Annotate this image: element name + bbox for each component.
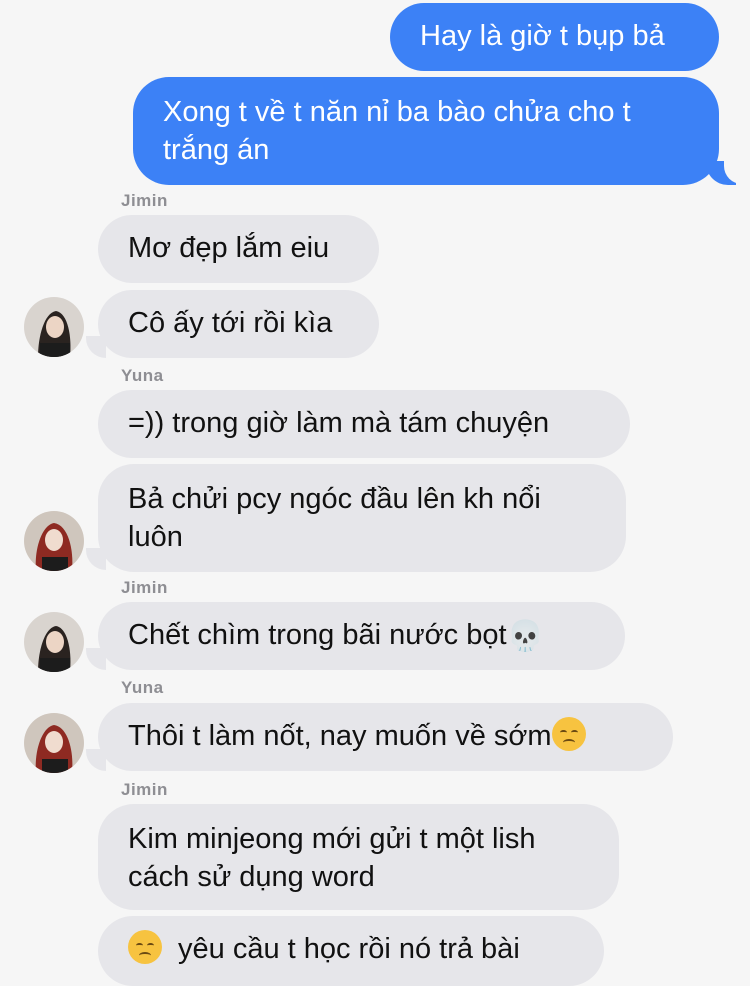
incoming-message[interactable]: Kim minjeong mới gửi t một lish cách sử … — [98, 804, 619, 910]
skull-emoji: 💀 — [506, 619, 544, 654]
sender-name: Yuna — [121, 366, 164, 385]
bubble-tail — [86, 648, 106, 670]
message-text: Chết chìm trong bãi nước bọt — [128, 619, 507, 651]
message-text: Bả chửi pcy ngóc đầu lên kh nổi luôn — [128, 483, 541, 553]
message-text: Kim minjeong mới gửi t một lish cách sử … — [128, 823, 536, 893]
incoming-message[interactable]: Bả chửi pcy ngóc đầu lên kh nổi luôn — [98, 464, 626, 572]
sender-name: Jimin — [121, 191, 168, 210]
incoming-message[interactable]: Thôi t làm nốt, nay muốn về sớm — [98, 703, 673, 771]
message-text: =)) trong giờ làm mà tám chuyện — [128, 407, 550, 439]
sender-name: Jimin — [121, 780, 168, 799]
sad-face-emoji — [128, 930, 162, 964]
sad-face-emoji — [551, 717, 586, 751]
message-text: Thôi t làm nốt, nay muốn về sớm — [128, 720, 552, 752]
outgoing-message[interactable]: Xong t về t năn nỉ ba bào chửa cho t trắ… — [133, 77, 719, 185]
bubble-tail — [86, 749, 106, 771]
incoming-message[interactable]: yêu cầu t học rồi nó trả bài — [98, 916, 604, 986]
avatar-jimin[interactable] — [24, 612, 84, 672]
message-text: Hay là giờ t bụp bả — [420, 20, 665, 52]
bubble-tail — [86, 336, 106, 358]
avatar-yuna[interactable] — [24, 511, 84, 571]
avatar-jimin[interactable] — [24, 297, 84, 357]
message-text: Cô ấy tới rồi kìa — [128, 307, 333, 339]
incoming-message[interactable]: Chết chìm trong bãi nước bọt💀 — [98, 602, 625, 670]
bubble-tail — [86, 548, 106, 570]
message-text: Mơ đẹp lắm eiu — [128, 232, 330, 264]
sender-name: Yuna — [121, 678, 164, 697]
incoming-message[interactable]: Cô ấy tới rồi kìa — [98, 290, 379, 358]
incoming-message[interactable]: Mơ đẹp lắm eiu — [98, 215, 379, 283]
message-text: yêu cầu t học rồi nó trả bài — [178, 933, 520, 965]
avatar-yuna[interactable] — [24, 713, 84, 773]
sender-name: Jimin — [121, 578, 168, 597]
message-text: Xong t về t năn nỉ ba bào chửa cho t trắ… — [163, 96, 631, 166]
incoming-message[interactable]: =)) trong giờ làm mà tám chuyện — [98, 390, 630, 458]
outgoing-message[interactable]: Hay là giờ t bụp bả — [390, 3, 719, 71]
